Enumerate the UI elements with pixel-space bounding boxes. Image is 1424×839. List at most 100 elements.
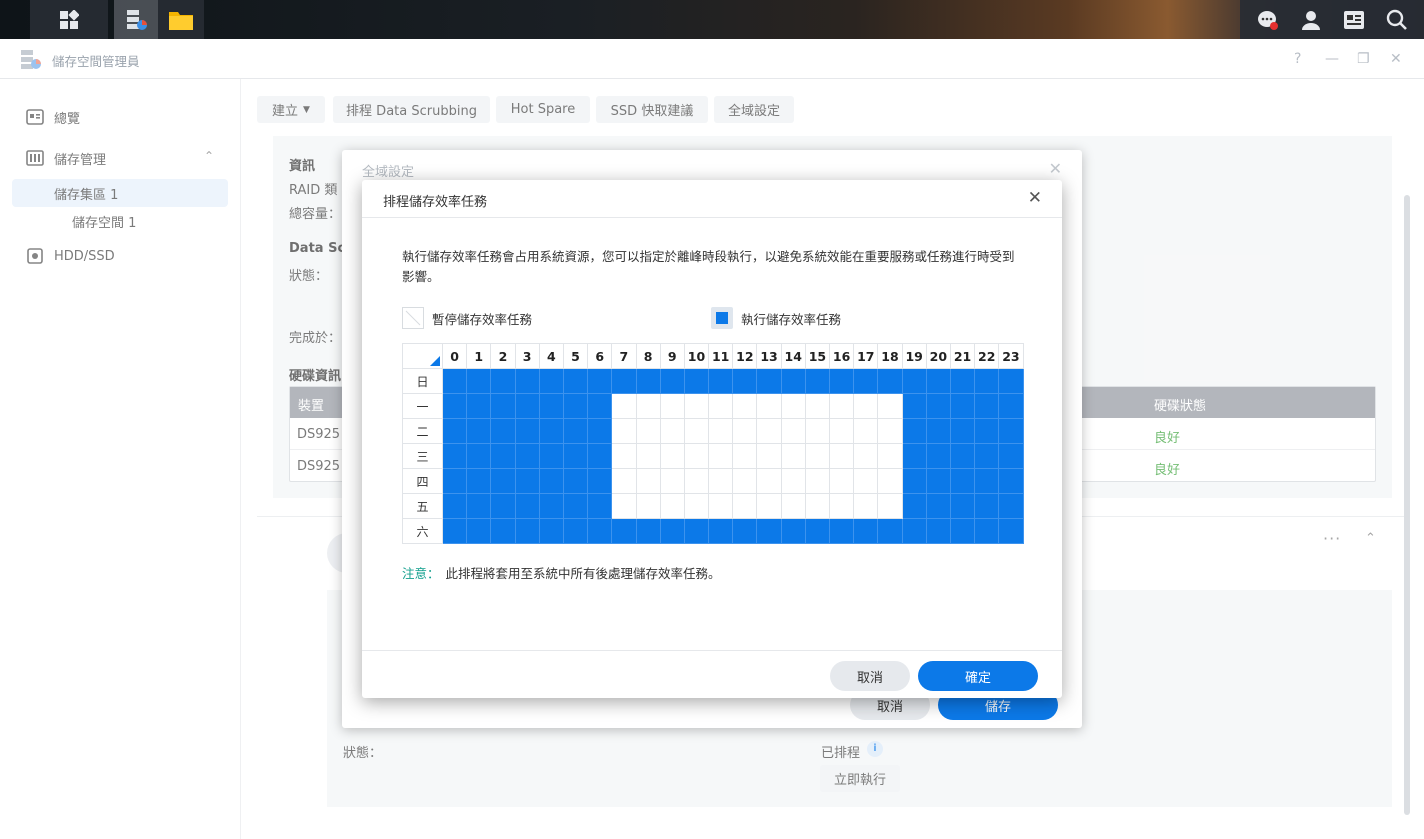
- schedule-cell[interactable]: [853, 418, 879, 444]
- schedule-cell[interactable]: [587, 518, 613, 544]
- schedule-cell[interactable]: [780, 443, 806, 469]
- schedule-cell[interactable]: [562, 418, 589, 444]
- schedule-cell[interactable]: [562, 393, 589, 419]
- schedule-cell[interactable]: [732, 418, 758, 444]
- schedule-cell[interactable]: [732, 393, 758, 419]
- schedule-cell[interactable]: [514, 468, 540, 494]
- schedule-cell[interactable]: [949, 418, 976, 444]
- schedule-cell[interactable]: [828, 493, 855, 519]
- schedule-cell[interactable]: [562, 493, 589, 519]
- schedule-cell[interactable]: [998, 393, 1024, 419]
- schedule-cell[interactable]: [562, 518, 589, 544]
- schedule-cell[interactable]: [708, 368, 734, 394]
- schedule-cell[interactable]: [635, 418, 661, 444]
- hour-header[interactable]: 3: [514, 343, 540, 369]
- schedule-cell[interactable]: [974, 468, 1000, 494]
- day-header[interactable]: 四: [402, 468, 443, 494]
- schedule-cell[interactable]: [949, 493, 976, 519]
- schedule-cell[interactable]: [901, 393, 927, 419]
- schedule-cell[interactable]: [611, 418, 637, 444]
- schedule-cell[interactable]: [441, 443, 468, 469]
- schedule-cell[interactable]: [949, 368, 976, 394]
- schedule-cell[interactable]: [998, 468, 1024, 494]
- schedule-cell[interactable]: [853, 518, 879, 544]
- schedule-cell[interactable]: [659, 468, 685, 494]
- schedule-cell[interactable]: [732, 468, 758, 494]
- schedule-cell[interactable]: [490, 393, 516, 419]
- schedule-cell[interactable]: [949, 443, 976, 469]
- schedule-cell[interactable]: [441, 368, 468, 394]
- schedule-cell[interactable]: [828, 468, 855, 494]
- schedule-cell[interactable]: [562, 468, 589, 494]
- schedule-cell[interactable]: [587, 443, 613, 469]
- schedule-cell[interactable]: [466, 368, 492, 394]
- help-icon[interactable]: ?: [1294, 51, 1301, 67]
- schedule-cell[interactable]: [490, 468, 516, 494]
- schedule-cell[interactable]: [708, 518, 734, 544]
- user-icon[interactable]: [1300, 9, 1322, 31]
- schedule-cell[interactable]: [466, 518, 492, 544]
- schedule-cell[interactable]: [756, 518, 782, 544]
- schedule-cell[interactable]: [828, 368, 855, 394]
- day-header[interactable]: 日: [402, 368, 443, 394]
- schedule-cell[interactable]: [441, 418, 468, 444]
- schedule-cell[interactable]: [804, 518, 831, 544]
- schedule-cell[interactable]: [635, 443, 661, 469]
- schedule-cell[interactable]: [587, 368, 613, 394]
- schedule-cell[interactable]: [732, 518, 758, 544]
- close-icon[interactable]: ✕: [1390, 51, 1402, 67]
- schedule-cell[interactable]: [659, 443, 685, 469]
- schedule-cell[interactable]: [659, 418, 685, 444]
- schedule-cell[interactable]: [683, 493, 710, 519]
- schedule-cell[interactable]: [804, 443, 831, 469]
- schedule-cell[interactable]: [974, 518, 1000, 544]
- schedule-cell[interactable]: [780, 418, 806, 444]
- schedule-cell[interactable]: [538, 393, 564, 419]
- schedule-cell[interactable]: [974, 493, 1000, 519]
- schedule-cell[interactable]: [514, 518, 540, 544]
- day-header[interactable]: 五: [402, 493, 443, 519]
- schedule-cell[interactable]: [611, 493, 637, 519]
- schedule-cell[interactable]: [732, 493, 758, 519]
- schedule-cell[interactable]: [756, 368, 782, 394]
- schedule-cell[interactable]: [974, 368, 1000, 394]
- schedule-cell[interactable]: [877, 418, 903, 444]
- schedule-cell[interactable]: [466, 468, 492, 494]
- restore-icon[interactable]: ❐: [1357, 51, 1370, 67]
- schedule-cell[interactable]: [538, 443, 564, 469]
- schedule-cell[interactable]: [562, 368, 589, 394]
- hour-header[interactable]: 12: [732, 343, 758, 369]
- schedule-cell[interactable]: [708, 443, 734, 469]
- hour-header[interactable]: 20: [925, 343, 951, 369]
- schedule-cell[interactable]: [925, 418, 951, 444]
- hour-header[interactable]: 14: [780, 343, 806, 369]
- hour-header[interactable]: 5: [562, 343, 589, 369]
- schedule-cell[interactable]: [538, 518, 564, 544]
- schedule-cell[interactable]: [804, 468, 831, 494]
- hour-header[interactable]: 23: [998, 343, 1024, 369]
- schedule-cell[interactable]: [877, 518, 903, 544]
- main-menu-button[interactable]: [30, 0, 108, 39]
- schedule-cell[interactable]: [780, 493, 806, 519]
- schedule-cell[interactable]: [804, 493, 831, 519]
- schedule-cell[interactable]: [441, 468, 468, 494]
- schedule-cell[interactable]: [514, 393, 540, 419]
- schedule-cell[interactable]: [562, 443, 589, 469]
- schedule-cell[interactable]: [925, 443, 951, 469]
- hour-header[interactable]: 10: [683, 343, 710, 369]
- schedule-cell[interactable]: [998, 518, 1024, 544]
- schedule-cell[interactable]: [732, 368, 758, 394]
- schedule-cell[interactable]: [901, 468, 927, 494]
- schedule-cell[interactable]: [635, 468, 661, 494]
- hour-header[interactable]: 4: [538, 343, 564, 369]
- schedule-cell[interactable]: [853, 493, 879, 519]
- schedule-cell[interactable]: [466, 393, 492, 419]
- day-header[interactable]: 二: [402, 418, 443, 444]
- schedule-cell[interactable]: [877, 393, 903, 419]
- schedule-cell[interactable]: [756, 393, 782, 419]
- schedule-cell[interactable]: [611, 468, 637, 494]
- schedule-cell[interactable]: [901, 518, 927, 544]
- schedule-cell[interactable]: [708, 418, 734, 444]
- hour-header[interactable]: 16: [828, 343, 855, 369]
- schedule-cell[interactable]: [635, 518, 661, 544]
